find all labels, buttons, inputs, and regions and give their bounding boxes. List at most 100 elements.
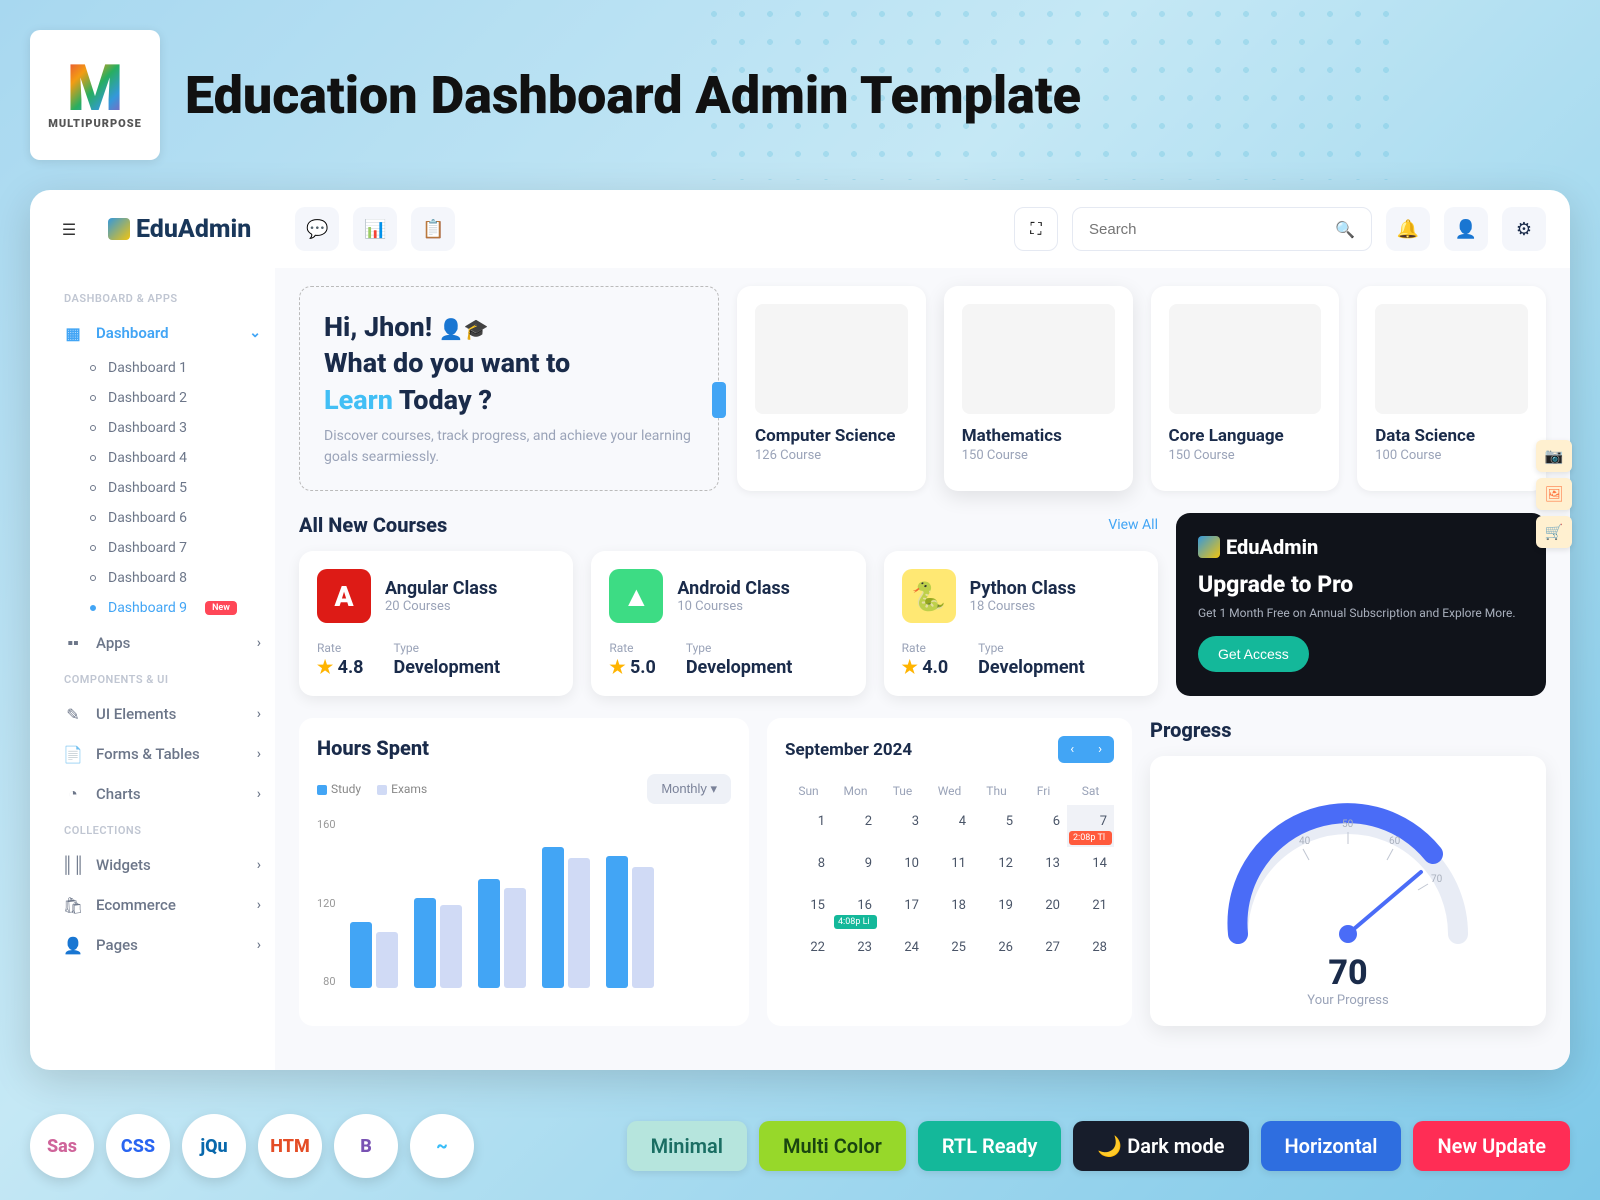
cal-day[interactable]: 18	[926, 889, 973, 931]
section-title: All New Courses	[299, 513, 447, 537]
progress-card: 40 50 60 70 70 Your	[1150, 756, 1546, 1026]
cal-day[interactable]: 1	[785, 805, 832, 847]
brand: EduAdmin	[108, 215, 251, 244]
fab-image[interactable]: 🖼	[1536, 478, 1572, 510]
feature-tag[interactable]: Horizontal	[1261, 1121, 1402, 1171]
document-icon: 📄	[64, 745, 82, 763]
get-access-button[interactable]: Get Access	[1198, 636, 1309, 672]
cal-day[interactable]: 15	[785, 889, 832, 931]
progress-value: 70	[1328, 953, 1367, 993]
cal-day[interactable]: 24	[879, 931, 926, 973]
tech-bubble: B	[334, 1114, 398, 1178]
nav-pages[interactable]: 👤Pages›	[50, 925, 275, 965]
user-icon[interactable]: 👤	[1444, 207, 1488, 251]
fab-cart[interactable]: 🛒	[1536, 516, 1572, 548]
cal-day[interactable]: 2	[832, 805, 879, 847]
cal-day[interactable]: 20	[1020, 889, 1067, 931]
tech-bubble: jQu	[182, 1114, 246, 1178]
nav-charts[interactable]: ◔Charts›	[50, 774, 275, 814]
cal-day[interactable]: 6	[1020, 805, 1067, 847]
cal-day[interactable]: 26	[973, 931, 1020, 973]
nav-ui-elements[interactable]: ✎UI Elements›	[50, 694, 275, 734]
course-card[interactable]: 🐍Python Class18 CoursesRate★ 4.0TypeDeve…	[884, 551, 1158, 696]
clipboard-icon[interactable]: 📋	[411, 207, 455, 251]
apps-icon: ▪▪	[64, 634, 82, 652]
fab-camera[interactable]: 📷	[1536, 440, 1572, 472]
cal-day[interactable]: 10	[879, 847, 926, 889]
sidebar-sub-item[interactable]: Dashboard 6	[50, 503, 275, 533]
cal-day[interactable]: 27	[1020, 931, 1067, 973]
sidebar-sub-item[interactable]: Dashboard 1	[50, 353, 275, 383]
cal-day[interactable]: 22	[785, 931, 832, 973]
sidebar-sub-item[interactable]: Dashboard 8	[50, 563, 275, 593]
svg-text:50: 50	[1342, 819, 1354, 830]
feature-tag[interactable]: Multi Color	[759, 1121, 906, 1171]
bell-icon[interactable]: 🔔	[1386, 207, 1430, 251]
calendar-month: September 2024	[785, 740, 912, 760]
cal-day[interactable]: 3	[879, 805, 926, 847]
cal-day[interactable]: 13	[1020, 847, 1067, 889]
cal-day[interactable]: 164:08p Li	[832, 889, 879, 931]
feature-tag[interactable]: New Update	[1413, 1121, 1570, 1171]
feature-tag[interactable]: Minimal	[627, 1121, 747, 1171]
section-title: Hours Spent	[317, 736, 731, 760]
cal-day[interactable]: 23	[832, 931, 879, 973]
nav-widgets[interactable]: ║║Widgets›	[50, 845, 275, 885]
cal-day[interactable]: 11	[926, 847, 973, 889]
sidebar-sub-item[interactable]: Dashboard 3	[50, 413, 275, 443]
widgets-icon: ║║	[64, 856, 82, 874]
brand-icon	[108, 218, 130, 240]
calendar-card: September 2024 ‹ › SunMonTueWedThuFriSat…	[767, 718, 1132, 1026]
tech-bubble: HTM	[258, 1114, 322, 1178]
cal-next[interactable]: ›	[1086, 736, 1114, 763]
upgrade-card: EduAdmin Upgrade to Pro Get 1 Month Free…	[1176, 513, 1546, 696]
edit-icon: ✎	[64, 705, 82, 723]
nav-forms-tables[interactable]: 📄Forms & Tables›	[50, 734, 275, 774]
chat-icon[interactable]: 💬	[295, 207, 339, 251]
cal-day[interactable]: 28	[1067, 931, 1114, 973]
cal-day[interactable]: 5	[973, 805, 1020, 847]
cal-day[interactable]: 19	[973, 889, 1020, 931]
feature-tag[interactable]: 🌙 Dark mode	[1073, 1121, 1248, 1171]
nav-dashboard[interactable]: ▦ Dashboard ⌄	[50, 313, 275, 353]
menu-toggle[interactable]: ☰	[54, 214, 84, 244]
cal-day[interactable]: 14	[1067, 847, 1114, 889]
banner-title: Education Dashboard Admin Template	[185, 65, 1081, 126]
category-card[interactable]: Data Science100 Course	[1357, 286, 1546, 491]
grid-icon: ▦	[64, 324, 82, 342]
sidebar-sub-item[interactable]: Dashboard 2	[50, 383, 275, 413]
cal-day[interactable]: 4	[926, 805, 973, 847]
cal-day[interactable]: 25	[926, 931, 973, 973]
cal-prev[interactable]: ‹	[1058, 736, 1086, 763]
sidebar-sub-item[interactable]: Dashboard 5	[50, 473, 275, 503]
nav-apps[interactable]: ▪▪Apps›	[50, 623, 275, 663]
sidebar-sub-item[interactable]: Dashboard 9New	[50, 593, 275, 623]
settings-icon[interactable]: ⚙	[1502, 207, 1546, 251]
cal-day[interactable]: 9	[832, 847, 879, 889]
tasks-icon[interactable]: 📊	[353, 207, 397, 251]
progress-label: Your Progress	[1307, 993, 1388, 1008]
course-card[interactable]: ▲Android Class10 CoursesRate★ 5.0TypeDev…	[591, 551, 865, 696]
cal-day[interactable]: 21	[1067, 889, 1114, 931]
cal-day[interactable]: 72:08p Tl	[1067, 805, 1114, 847]
category-card[interactable]: Mathematics150 Course	[944, 286, 1133, 491]
cal-day[interactable]: 12	[973, 847, 1020, 889]
cal-day[interactable]: 8	[785, 847, 832, 889]
brand-logo: M MULTIPURPOSE	[30, 30, 160, 160]
fullscreen-icon[interactable]: ⛶	[1014, 207, 1058, 251]
nav-ecommerce[interactable]: 🛍Ecommerce›	[50, 885, 275, 925]
sidebar-sub-item[interactable]: Dashboard 7	[50, 533, 275, 563]
category-card[interactable]: Core Language150 Course	[1151, 286, 1340, 491]
cal-day[interactable]: 17	[879, 889, 926, 931]
period-dropdown[interactable]: Monthly ▾	[647, 774, 731, 804]
category-card[interactable]: Computer Science126 Course	[737, 286, 926, 491]
section-label: COLLECTIONS	[50, 814, 275, 845]
view-all-link[interactable]: View All	[1108, 517, 1158, 533]
search-input[interactable]: 🔍	[1072, 207, 1372, 251]
sidebar-sub-item[interactable]: Dashboard 4	[50, 443, 275, 473]
course-card[interactable]: AAngular Class20 CoursesRate★ 4.8TypeDev…	[299, 551, 573, 696]
section-label: DASHBOARD & APPS	[50, 282, 275, 313]
tech-bubble: ~	[410, 1114, 474, 1178]
feature-tag[interactable]: RTL Ready	[918, 1121, 1062, 1171]
person-icon: 👤	[64, 936, 82, 954]
